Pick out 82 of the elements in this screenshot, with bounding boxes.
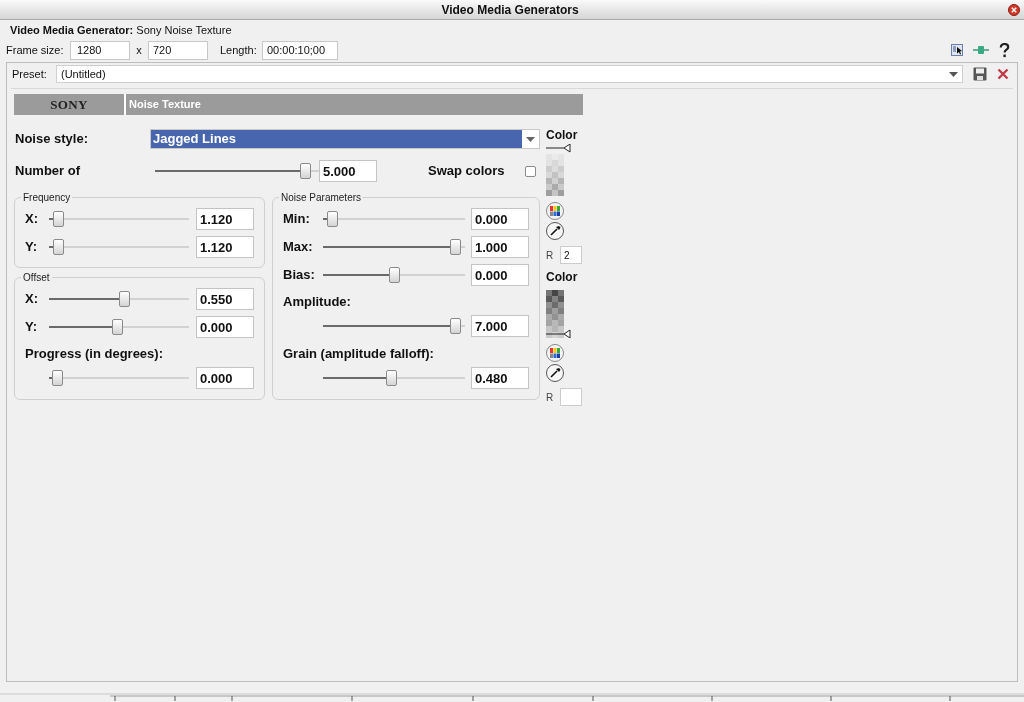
slider-thumb[interactable] <box>118 291 130 307</box>
slider-thumb[interactable] <box>450 318 462 334</box>
slider[interactable] <box>49 319 189 335</box>
slider-thumb[interactable] <box>52 239 64 255</box>
field-label: Grain (amplitude falloff): <box>283 345 435 363</box>
width-field[interactable]: 1280 <box>70 40 130 60</box>
caret-icon <box>949 71 958 77</box>
slider[interactable] <box>49 239 189 255</box>
field-label: Y: <box>25 318 39 337</box>
save-icon[interactable] <box>973 67 987 81</box>
height-field[interactable]: 720 <box>148 40 208 60</box>
preset-label: Preset: <box>12 66 48 82</box>
slider[interactable] <box>49 370 189 386</box>
length-field[interactable]: 00:00:10;00 <box>262 40 338 60</box>
field-label: Number of <box>14 162 81 181</box>
window-title: Video Media Generators <box>441 1 579 19</box>
eyedropper-icon[interactable] <box>546 364 564 382</box>
close-icon[interactable] <box>997 68 1009 80</box>
channel-label: R <box>546 390 555 405</box>
slider-thumb[interactable] <box>300 163 312 179</box>
value-field[interactable]: 7.000 <box>471 315 529 337</box>
panel-icon[interactable] <box>951 44 963 56</box>
value-field[interactable]: 5.000 <box>319 160 377 182</box>
close-icon[interactable] <box>1008 3 1020 16</box>
value-field[interactable]: 0.550 <box>196 288 254 310</box>
value-field[interactable]: 1.120 <box>196 208 254 230</box>
slider[interactable] <box>49 291 189 307</box>
plugin-title: Noise Texture <box>126 94 583 115</box>
slider[interactable] <box>323 318 465 334</box>
value-field[interactable]: 0.000 <box>471 264 529 286</box>
value-field[interactable]: 1.120 <box>196 236 254 258</box>
field-label: Frame size: <box>6 42 65 58</box>
field-label: Length: <box>220 42 258 58</box>
caret-icon <box>526 136 535 142</box>
group-title: Frequency <box>22 191 72 205</box>
color-label: Color <box>546 128 578 142</box>
slider-thumb[interactable] <box>51 370 63 386</box>
slider-thumb[interactable] <box>385 370 397 386</box>
noise-style-dropdown[interactable]: Jagged Lines <box>150 129 540 149</box>
slider-thumb[interactable] <box>112 319 124 335</box>
slider[interactable] <box>49 211 189 227</box>
slider-thumb[interactable] <box>388 267 400 283</box>
gradient-swatch[interactable] <box>546 144 571 196</box>
slider[interactable] <box>323 211 465 227</box>
value-field[interactable]: 1.000 <box>471 236 529 258</box>
color-label: Color <box>546 270 578 284</box>
value-field[interactable]: 0.000 <box>196 316 254 338</box>
field-label: Min: <box>283 210 311 229</box>
value-field[interactable]: 0.000 <box>196 367 254 389</box>
slider[interactable] <box>155 163 319 179</box>
palette-icon[interactable] <box>546 202 564 220</box>
group-title: Noise Parameters <box>280 191 363 205</box>
field-label: X: <box>25 290 39 309</box>
slider-thumb[interactable] <box>326 211 338 227</box>
slider[interactable] <box>323 239 465 255</box>
channel-field[interactable] <box>560 388 582 406</box>
brand-logo: SONY <box>14 94 126 115</box>
field-label: Max: <box>283 238 314 257</box>
field-label: Amplitude: <box>283 293 352 311</box>
eyedropper-icon[interactable] <box>546 222 564 240</box>
generator-title: Video Media Generator: Sony Noise Texture <box>10 23 232 38</box>
palette-icon[interactable] <box>546 344 564 362</box>
channel-field[interactable]: 2 <box>560 246 582 264</box>
field-label: Noise style: <box>14 130 89 149</box>
field-label: X: <box>25 210 39 229</box>
value-field[interactable]: 0.000 <box>471 208 529 230</box>
swap-colors-checkbox[interactable] <box>525 165 536 177</box>
preset-dropdown[interactable]: (Untitled) <box>56 65 963 83</box>
slider-thumb[interactable] <box>52 211 64 227</box>
value-field[interactable]: 0.480 <box>471 367 529 389</box>
field-label: Bias: <box>283 266 316 285</box>
slider-thumb[interactable] <box>450 239 462 255</box>
slider[interactable] <box>323 370 465 386</box>
slider[interactable] <box>323 267 465 283</box>
field-label: Progress (in degrees): <box>25 345 164 363</box>
group-title: Offset <box>22 271 51 285</box>
plug-icon[interactable] <box>973 45 989 55</box>
field-label: Swap colors <box>428 162 506 181</box>
channel-label: R <box>546 248 555 263</box>
separator-label: x <box>135 42 143 58</box>
help-icon[interactable] <box>999 42 1010 58</box>
field-label: Y: <box>25 238 39 257</box>
